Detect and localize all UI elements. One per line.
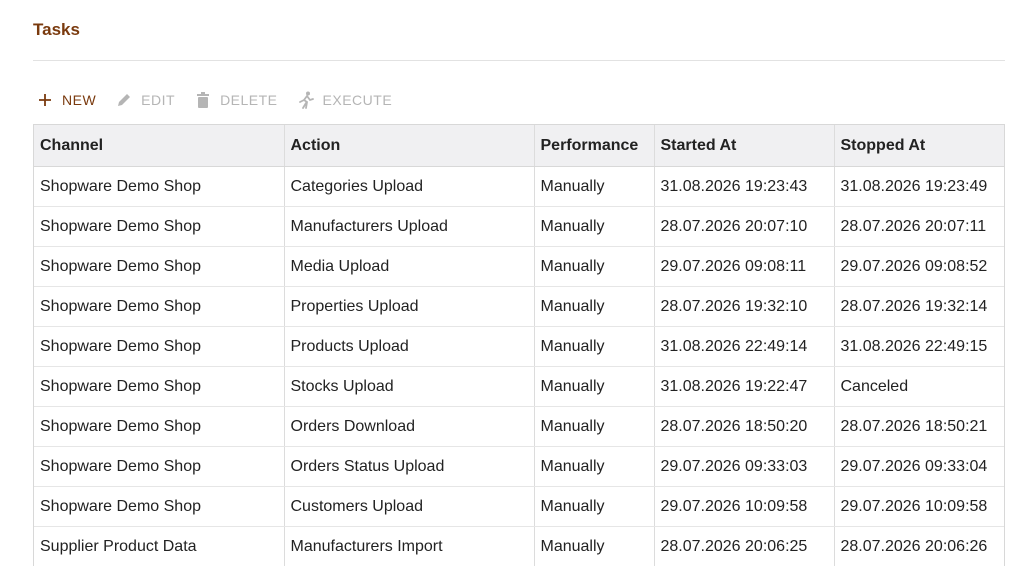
- edit-button-label: EDIT: [141, 92, 176, 108]
- trash-icon: [194, 91, 212, 109]
- new-button-label: NEW: [62, 92, 97, 108]
- cell-action: Orders Download: [284, 406, 535, 447]
- cell-channel: Shopware Demo Shop: [34, 486, 285, 527]
- page-title: Tasks: [33, 20, 80, 39]
- cell-stopped-at: 28.07.2026 20:07:11: [834, 206, 1004, 247]
- cell-started-at: 28.07.2026 20:06:25: [654, 526, 835, 566]
- cell-performance: Manually: [534, 406, 655, 447]
- cell-stopped-at: 31.08.2026 19:23:49: [834, 166, 1004, 207]
- column-header-performance[interactable]: Performance: [534, 125, 655, 167]
- toolbar: NEW EDIT DELETE EXECUTE: [36, 88, 411, 112]
- cell-channel: Shopware Demo Shop: [34, 206, 285, 247]
- cell-channel: Supplier Product Data: [34, 526, 285, 566]
- cell-performance: Manually: [534, 366, 655, 407]
- delete-button-label: DELETE: [220, 92, 278, 108]
- cell-channel: Shopware Demo Shop: [34, 246, 285, 287]
- cell-performance: Manually: [534, 166, 655, 207]
- cell-performance: Manually: [534, 286, 655, 327]
- cell-action: Customers Upload: [284, 486, 535, 527]
- table-row[interactable]: Shopware Demo Shop Stocks Upload Manuall…: [34, 366, 1004, 407]
- table-row[interactable]: Shopware Demo Shop Products Upload Manua…: [34, 326, 1004, 367]
- table-row[interactable]: Shopware Demo Shop Properties Upload Man…: [34, 286, 1004, 327]
- table-row[interactable]: Shopware Demo Shop Customers Upload Manu…: [34, 486, 1004, 527]
- cell-started-at: 31.08.2026 19:23:43: [654, 166, 835, 207]
- edit-button[interactable]: EDIT: [115, 88, 175, 112]
- cell-channel: Shopware Demo Shop: [34, 406, 285, 447]
- table-row[interactable]: Shopware Demo Shop Categories Upload Man…: [34, 166, 1004, 207]
- tasks-table: Channel Action Performance Started At St…: [33, 124, 1005, 566]
- cell-started-at: 31.08.2026 22:49:14: [654, 326, 835, 367]
- delete-button[interactable]: DELETE: [194, 88, 277, 112]
- cell-channel: Shopware Demo Shop: [34, 366, 285, 407]
- cell-action: Products Upload: [284, 326, 535, 367]
- cell-channel: Shopware Demo Shop: [34, 446, 285, 487]
- cell-stopped-at: 28.07.2026 19:32:14: [834, 286, 1004, 327]
- cell-channel: Shopware Demo Shop: [34, 326, 285, 367]
- cell-performance: Manually: [534, 526, 655, 566]
- cell-stopped-at: 29.07.2026 10:09:58: [834, 486, 1004, 527]
- execute-button[interactable]: EXECUTE: [297, 88, 393, 112]
- cell-action: Manufacturers Import: [284, 526, 535, 566]
- table-header-row: Channel Action Performance Started At St…: [34, 125, 1004, 167]
- pencil-icon: [115, 91, 133, 109]
- cell-action: Properties Upload: [284, 286, 535, 327]
- cell-stopped-at: 28.07.2026 20:06:26: [834, 526, 1004, 566]
- column-header-started-at[interactable]: Started At: [654, 125, 835, 167]
- cell-stopped-at: Canceled: [834, 366, 1004, 407]
- table-row[interactable]: Shopware Demo Shop Orders Status Upload …: [34, 446, 1004, 487]
- cell-started-at: 28.07.2026 20:07:10: [654, 206, 835, 247]
- cell-performance: Manually: [534, 246, 655, 287]
- cell-action: Media Upload: [284, 246, 535, 287]
- cell-started-at: 31.08.2026 19:22:47: [654, 366, 835, 407]
- cell-performance: Manually: [534, 446, 655, 487]
- cell-performance: Manually: [534, 486, 655, 527]
- cell-started-at: 28.07.2026 19:32:10: [654, 286, 835, 327]
- cell-started-at: 29.07.2026 09:33:03: [654, 446, 835, 487]
- table-row[interactable]: Shopware Demo Shop Media Upload Manually…: [34, 246, 1004, 287]
- cell-started-at: 28.07.2026 18:50:20: [654, 406, 835, 447]
- cell-stopped-at: 29.07.2026 09:08:52: [834, 246, 1004, 287]
- table-row[interactable]: Shopware Demo Shop Orders Download Manua…: [34, 406, 1004, 447]
- cell-started-at: 29.07.2026 10:09:58: [654, 486, 835, 527]
- new-button[interactable]: NEW: [36, 88, 96, 112]
- column-header-stopped-at[interactable]: Stopped At: [834, 125, 1004, 167]
- cell-performance: Manually: [534, 326, 655, 367]
- cell-stopped-at: 31.08.2026 22:49:15: [834, 326, 1004, 367]
- tasks-page: Tasks NEW EDIT DELETE EXECUTE Channel Ac…: [0, 0, 1013, 566]
- cell-action: Orders Status Upload: [284, 446, 535, 487]
- cell-channel: Shopware Demo Shop: [34, 286, 285, 327]
- cell-action: Stocks Upload: [284, 366, 535, 407]
- column-header-action[interactable]: Action: [284, 125, 535, 167]
- table-row[interactable]: Supplier Product Data Manufacturers Impo…: [34, 526, 1004, 566]
- run-icon: [297, 91, 315, 109]
- plus-icon: [36, 91, 54, 109]
- cell-action: Categories Upload: [284, 166, 535, 207]
- cell-action: Manufacturers Upload: [284, 206, 535, 247]
- cell-performance: Manually: [534, 206, 655, 247]
- table-body: Shopware Demo Shop Categories Upload Man…: [34, 166, 1004, 566]
- column-header-channel[interactable]: Channel: [34, 125, 285, 167]
- cell-started-at: 29.07.2026 09:08:11: [654, 246, 835, 287]
- cell-stopped-at: 29.07.2026 09:33:04: [834, 446, 1004, 487]
- table-row[interactable]: Shopware Demo Shop Manufacturers Upload …: [34, 206, 1004, 247]
- cell-channel: Shopware Demo Shop: [34, 166, 285, 207]
- cell-stopped-at: 28.07.2026 18:50:21: [834, 406, 1004, 447]
- execute-button-label: EXECUTE: [322, 92, 393, 108]
- title-divider: [33, 60, 1005, 61]
